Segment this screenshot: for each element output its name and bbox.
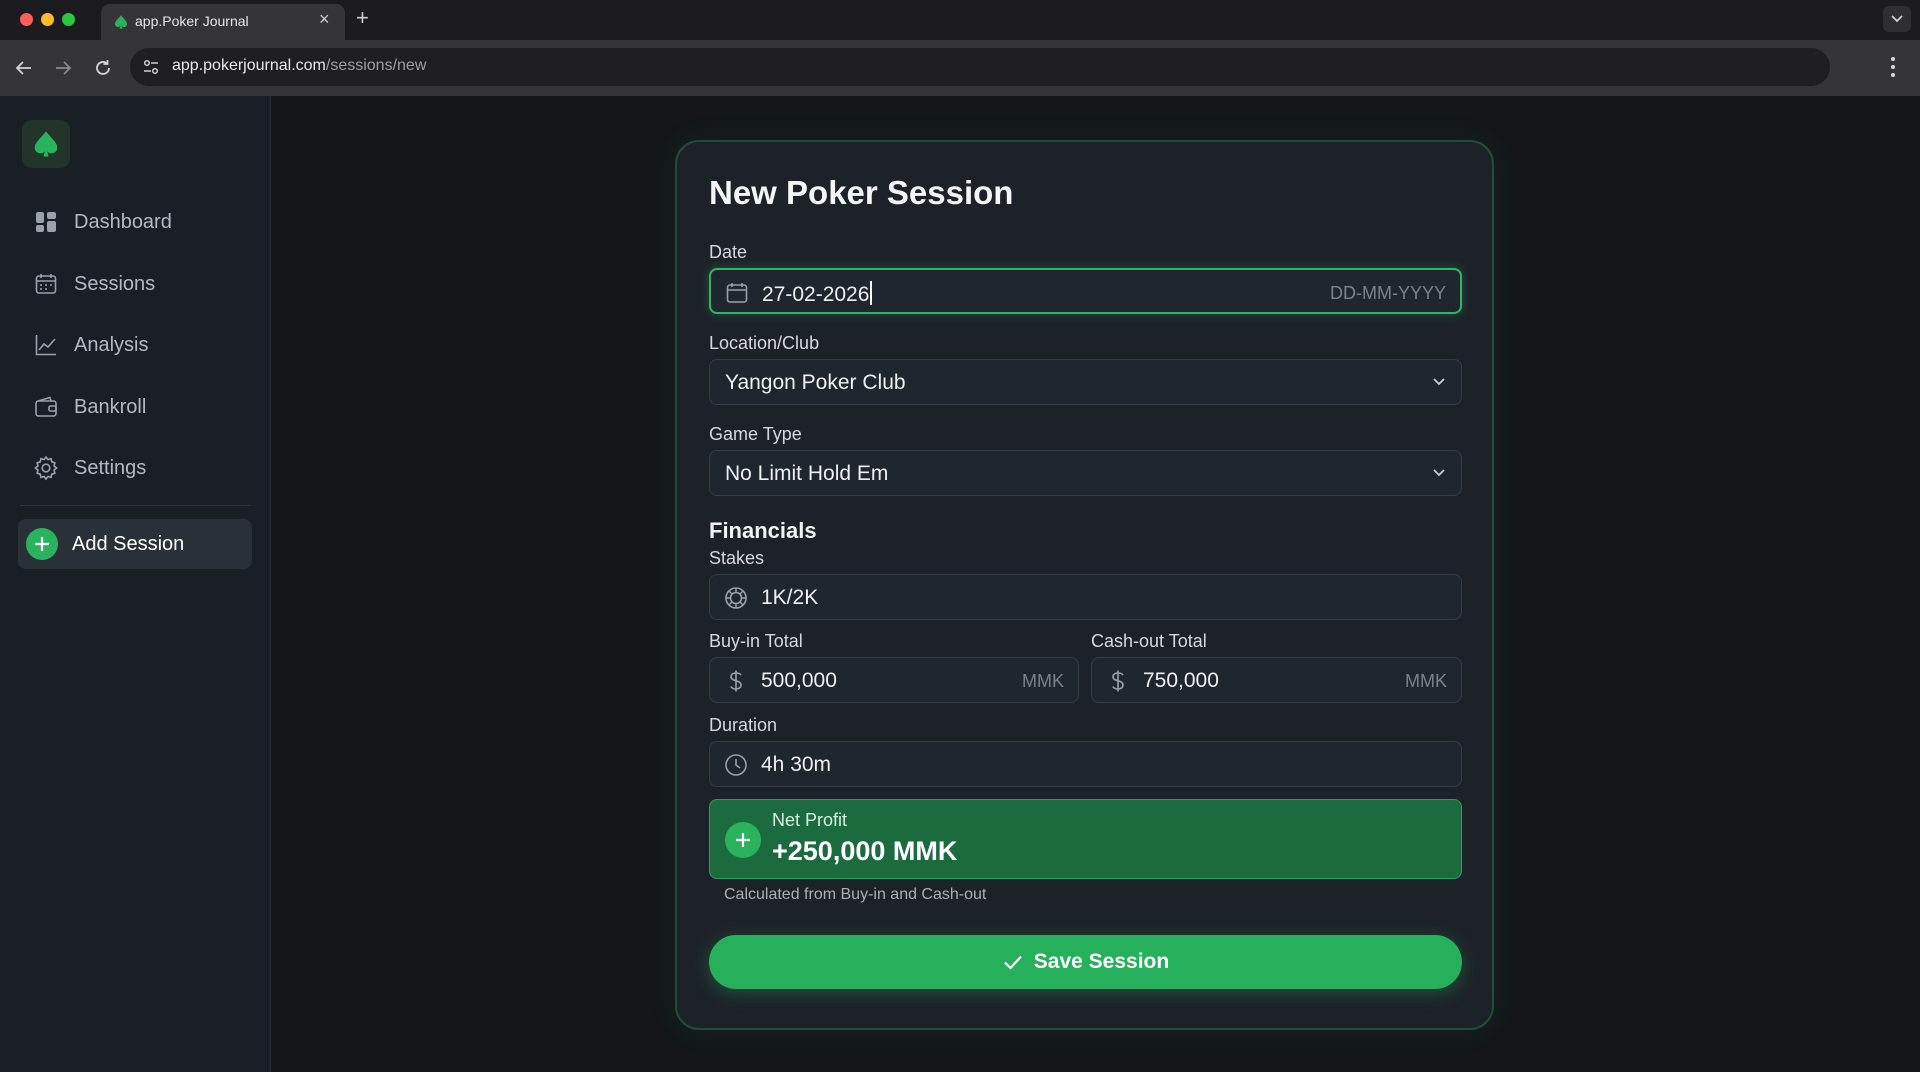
sidebar-item-label: Settings <box>74 456 147 479</box>
date-value: 27-02-2026 <box>762 281 872 307</box>
net-profit-value: +250,000 MMK <box>772 836 958 866</box>
chevron-down-icon <box>1433 378 1445 386</box>
plus-icon <box>26 528 58 560</box>
net-profit-label: Net Profit <box>772 810 848 830</box>
gear-icon <box>32 454 60 482</box>
sidebar-item-label: Sessions <box>74 272 156 295</box>
save-session-button[interactable]: Save Session <box>709 935 1462 989</box>
maximize-window-button[interactable] <box>62 13 75 26</box>
reload-icon <box>96 60 110 75</box>
calendar-icon <box>726 283 748 303</box>
add-session-label: Add Session <box>72 532 185 555</box>
tab-search-button[interactable] <box>1883 6 1911 32</box>
plus-icon <box>725 822 761 858</box>
dollar-icon <box>1112 670 1124 692</box>
sidebar-item-label: Analysis <box>74 333 149 356</box>
location-value: Yangon Poker Club <box>725 371 906 394</box>
reload-button[interactable] <box>91 56 115 80</box>
duration-value: 4h 30m <box>761 753 832 776</box>
game-type-select[interactable]: No Limit Hold Em <box>709 450 1462 496</box>
sidebar: Dashboard Sessions Analysis Bankroll Set… <box>0 96 271 1072</box>
arrow-right-icon <box>56 61 72 75</box>
clock-icon <box>725 754 747 776</box>
browser-tab[interactable]: app.Poker Journal × <box>101 4 345 40</box>
wallet-icon <box>32 393 60 421</box>
spade-favicon-icon <box>115 15 127 29</box>
date-input[interactable]: 27-02-2026 DD-MM-YYYY <box>709 268 1462 314</box>
browser-tab-bar: app.Poker Journal × + <box>0 0 1920 40</box>
stakes-input[interactable]: 1K/2K <box>709 574 1462 620</box>
browser-menu-icon[interactable] <box>1890 56 1896 78</box>
chevron-down-icon <box>1433 469 1445 477</box>
dashboard-icon <box>32 208 60 236</box>
sidebar-item-label: Bankroll <box>74 395 147 418</box>
sidebar-item-sessions[interactable]: Sessions <box>20 260 250 308</box>
url-path: /sessions/new <box>325 57 427 74</box>
sidebar-item-analysis[interactable]: Analysis <box>20 321 250 369</box>
location-select[interactable]: Yangon Poker Club <box>709 359 1462 405</box>
address-bar[interactable]: app.pokerjournal.com/sessions/new <box>130 48 1830 86</box>
cash-out-currency: MMK <box>1405 671 1447 691</box>
site-settings-icon[interactable] <box>142 58 160 76</box>
cash-out-input[interactable]: 750,000 MMK <box>1091 657 1462 703</box>
close-window-button[interactable] <box>20 13 33 26</box>
buy-in-input[interactable]: 500,000 MMK <box>709 657 1079 703</box>
tab-title: app.Poker Journal <box>135 13 249 29</box>
save-session-label: Save Session <box>1033 950 1170 973</box>
sidebar-divider <box>20 505 251 506</box>
date-label: Date <box>709 242 748 262</box>
duration-input[interactable]: 4h 30m <box>709 741 1462 787</box>
date-format-hint: DD-MM-YYYY <box>1330 283 1446 303</box>
calendar-icon <box>32 270 60 298</box>
checkmark-icon <box>1004 955 1022 970</box>
app-logo[interactable] <box>22 120 70 168</box>
buy-in-label: Buy-in Total <box>709 631 803 651</box>
new-tab-button[interactable]: + <box>356 5 369 31</box>
duration-label: Duration <box>709 715 778 735</box>
cash-out-value: 750,000 <box>1143 669 1219 692</box>
url-domain: app.pokerjournal.com <box>172 57 326 74</box>
arrow-left-icon <box>15 61 31 75</box>
cash-out-label: Cash-out Total <box>1091 631 1207 651</box>
page-title: New Poker Session <box>709 174 1014 211</box>
net-profit-panel: Net Profit +250,000 MMK <box>709 799 1462 879</box>
sidebar-item-bankroll[interactable]: Bankroll <box>20 383 250 431</box>
sidebar-item-dashboard[interactable]: Dashboard <box>20 198 250 246</box>
location-label: Location/Club <box>709 333 820 353</box>
buy-in-value: 500,000 <box>761 669 837 692</box>
net-profit-hint: Calculated from Buy-in and Cash-out <box>724 886 987 903</box>
new-session-form: New Poker Session Date 27-02-2026 DD-MM-… <box>675 140 1494 1030</box>
stakes-value: 1K/2K <box>761 586 819 609</box>
game-type-value: No Limit Hold Em <box>725 462 889 485</box>
buy-in-currency: MMK <box>1022 671 1064 691</box>
dollar-icon <box>730 670 742 692</box>
line-chart-icon <box>32 331 60 359</box>
financials-heading: Financials <box>709 518 817 543</box>
sidebar-item-settings[interactable]: Settings <box>20 444 250 492</box>
tab-close-icon[interactable]: × <box>319 9 330 30</box>
minimize-window-button[interactable] <box>41 13 54 26</box>
game-type-label: Game Type <box>709 424 802 444</box>
back-button[interactable] <box>12 56 36 80</box>
poker-chip-icon <box>725 587 747 609</box>
chevron-down-icon <box>1891 15 1903 23</box>
stakes-label: Stakes <box>709 548 765 568</box>
add-session-button[interactable]: Add Session <box>18 519 252 569</box>
spade-logo-icon <box>34 131 58 157</box>
browser-toolbar: app.pokerjournal.com/sessions/new <box>0 40 1920 96</box>
sidebar-item-label: Dashboard <box>74 210 172 233</box>
url-text: app.pokerjournal.com/sessions/new <box>172 57 426 75</box>
forward-button[interactable] <box>51 56 75 80</box>
